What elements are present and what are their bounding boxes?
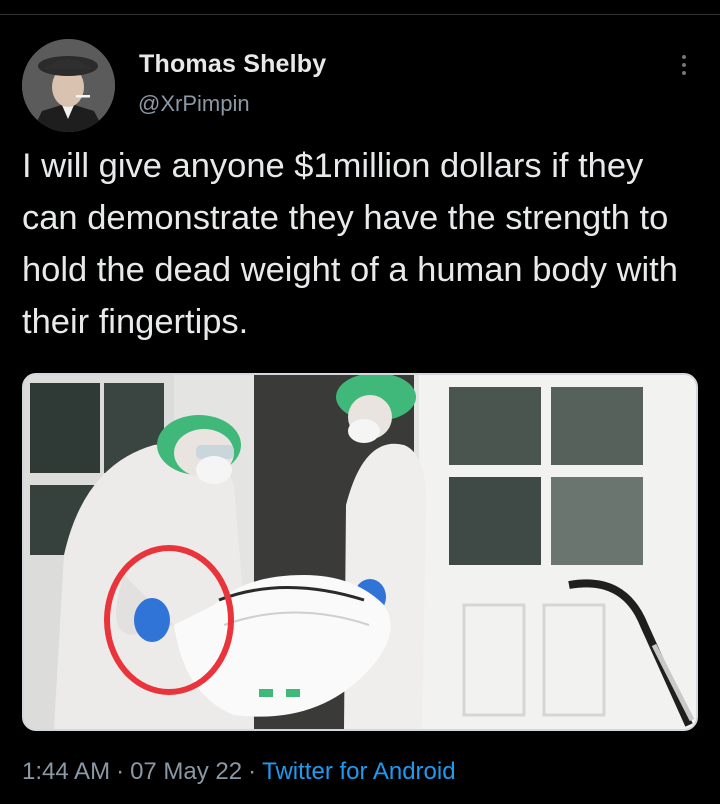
- more-dot: [682, 71, 686, 75]
- meta-separator: ·: [248, 758, 257, 785]
- tweet-meta: 1:44 AM · 07 May 22 · Twitter for Android: [22, 758, 456, 786]
- tweet-date[interactable]: 07 May 22: [130, 758, 242, 785]
- more-dot: [682, 63, 686, 67]
- more-vertical-icon[interactable]: [674, 50, 694, 80]
- tweet-source-link[interactable]: Twitter for Android: [262, 758, 455, 785]
- top-divider: [0, 14, 720, 15]
- author-display-name[interactable]: Thomas Shelby: [139, 50, 326, 79]
- more-dot: [682, 55, 686, 59]
- author-handle[interactable]: @XrPimpin: [138, 91, 250, 117]
- meta-separator: ·: [116, 758, 125, 785]
- author-avatar[interactable]: [22, 39, 115, 132]
- tweet-time[interactable]: 1:44 AM: [22, 758, 110, 785]
- tweet-text: I will give anyone $1million dollars if …: [22, 147, 688, 341]
- tweet-media-photo[interactable]: [22, 373, 698, 731]
